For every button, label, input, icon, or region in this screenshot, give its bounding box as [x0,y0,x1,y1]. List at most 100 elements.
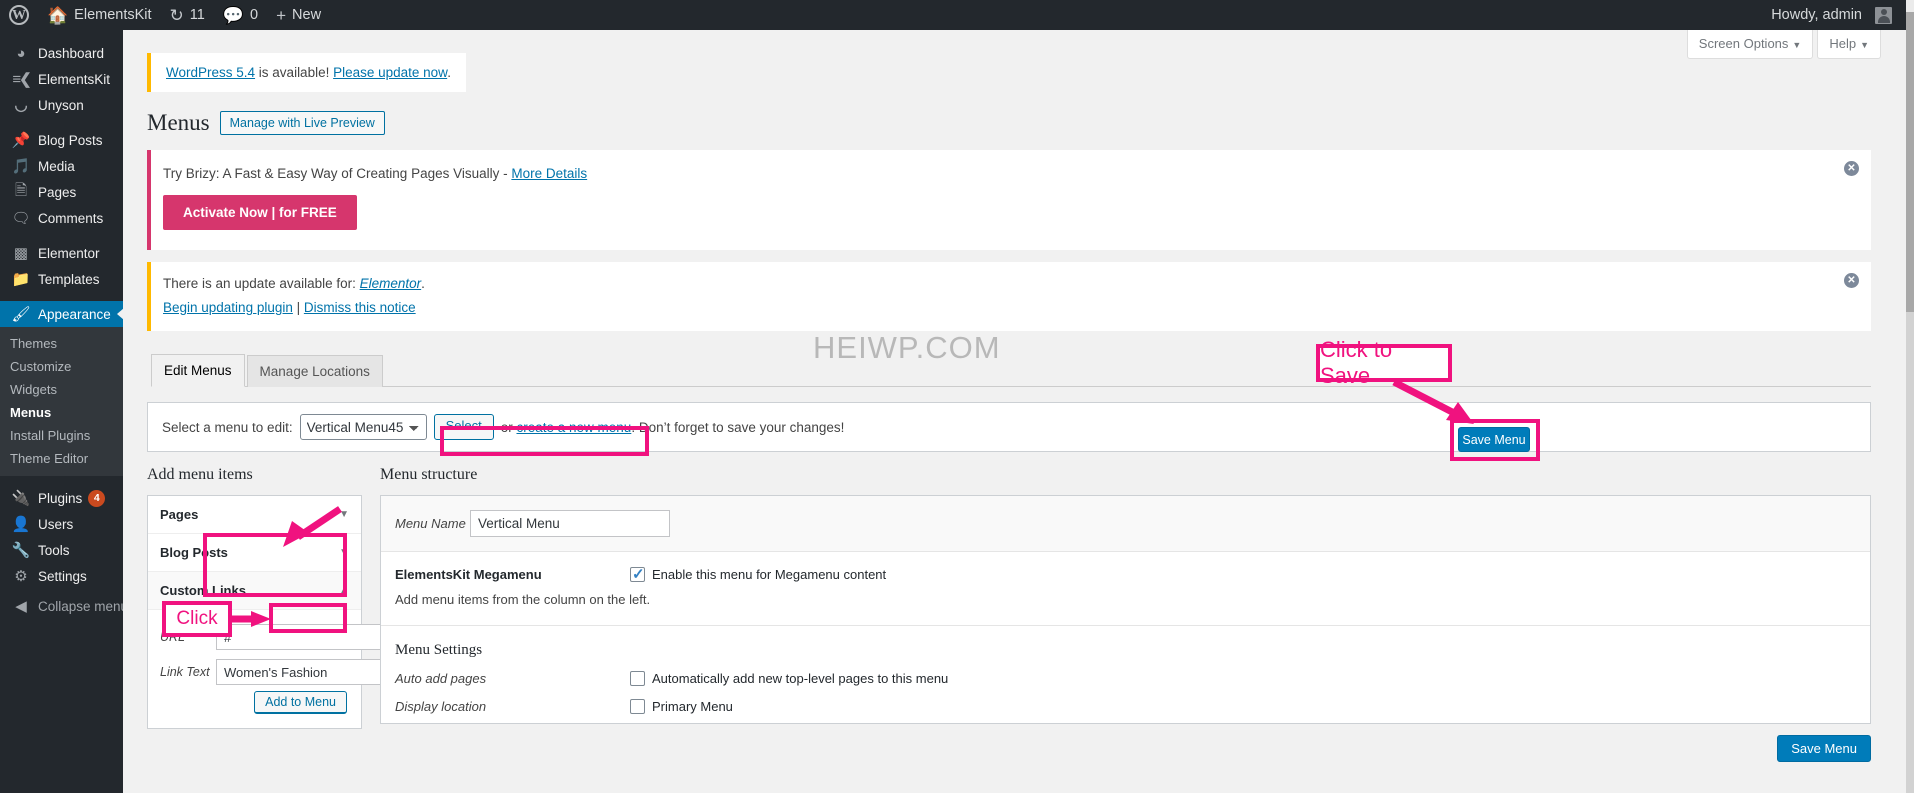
screen-options-button[interactable]: Screen Options ▼ [1686,30,1814,59]
updates-count: 11 [189,7,205,23]
scrollbar-up-arrow[interactable] [1906,0,1914,12]
sidebar-item-label: Tools [38,542,70,558]
updates-menu[interactable]: ↻ 11 [161,0,214,30]
wordpress-logo-menu[interactable]: W [0,0,38,30]
sidebar-item-label: Dashboard [38,45,105,61]
brizy-more-details-link[interactable]: More Details [511,166,587,181]
scrollbar-thumb[interactable] [1906,12,1914,312]
sidebar-subitem-menus[interactable]: Menus [0,401,123,424]
sidebar-subitem-customize[interactable]: Customize [0,355,123,378]
sidebar-item-label: Blog Posts [38,132,103,148]
brizy-activate-button[interactable]: Activate Now | for FREE [163,195,357,230]
brizy-notice: Try Brizy: A Fast & Easy Way of Creating… [147,150,1871,250]
wrench-icon: 🔧 [11,542,31,559]
brush-icon: 🖌 [11,306,31,323]
sidebar-subitem-widgets[interactable]: Widgets [0,378,123,401]
megamenu-checkbox[interactable] [630,565,645,583]
screen-meta-links: Screen Options ▼ Help ▼ [1686,30,1881,59]
new-content-menu[interactable]: + New [267,0,330,30]
admin-content-wrap: Screen Options ▼ Help ▼ WordPress 5.4 is a… [123,30,1906,793]
manage-with-live-preview-button[interactable]: Manage with Live Preview [219,111,385,135]
help-button[interactable]: Help ▼ [1817,30,1881,59]
collapse-menu-button[interactable]: ◀ Collapse menu [0,593,128,619]
sidebar-item-label: Elementor [38,245,100,261]
save-menu-button-bottom[interactable]: Save Menu [1777,735,1871,762]
wordpress-version-link[interactable]: WordPress 5.4 [166,65,255,80]
unyson-icon: ◡ [14,97,28,114]
account-menu[interactable]: Howdy, admin [1762,0,1906,30]
sidebar-item-label: Users [38,516,74,532]
sidebar-item-unyson[interactable]: ◡ Unyson [0,92,123,118]
sidebar-item-appearance[interactable]: 🖌 Appearance [0,301,124,327]
save-menu-row: Save Menu [380,735,1871,762]
howdy-label: Howdy, admin [1771,7,1862,23]
auto-add-pages-checkbox-label: Automatically add new top-level pages to… [652,671,949,686]
elementor-update-notice: There is an update available for: Elemen… [147,262,1871,331]
dont-forget-text: . Don’t forget to save your changes! [631,419,845,435]
auto-add-pages-checkbox-wrap[interactable]: Automatically add new top-level pages to… [630,671,948,686]
wordpress-logo-icon: W [9,5,29,25]
admin-content: WordPress 5.4 is available! Please updat… [123,30,1906,762]
dashboard-icon: ◕ [16,44,26,62]
tab-manage-locations[interactable]: Manage Locations [246,355,383,387]
tab-edit-menus[interactable]: Edit Menus [151,354,245,387]
auto-add-pages-checkbox[interactable] [630,671,645,686]
sidebar-item-users[interactable]: 👤 Users [0,511,123,537]
begin-updating-plugin-link[interactable]: Begin updating plugin [163,300,293,315]
comments-menu[interactable]: 💬 0 [214,0,267,30]
sidebar-item-comments[interactable]: 🗨 Comments [0,205,123,231]
sidebar-item-media[interactable]: 🎵 Media [0,153,123,179]
megamenu-row: ElementsKit Megamenu Enable this menu fo… [381,552,1870,592]
sidebar-subitem-themes[interactable]: Themes [0,332,123,355]
home-icon: 🏠 [47,5,69,25]
comment-bubble-icon: 💬 [222,5,245,25]
sidebar-item-label: ElementsKit [38,71,111,87]
sidebar-item-plugins[interactable]: 🔌 Plugins 4 [0,485,123,511]
primary-menu-checkbox-wrap[interactable]: Primary Menu [630,699,733,714]
page-title-row: Menus Manage with Live Preview [147,110,1871,136]
sidebar-subitem-install-plugins[interactable]: Install Plugins [0,424,123,447]
menu-name-highlight-box [440,426,649,456]
plug-icon: 🔌 [11,490,31,507]
menu-select-dropdown[interactable]: Vertical Menu45 [299,414,427,440]
sidebar-item-pages[interactable]: 🗎 Pages [0,179,123,205]
sidebar-item-tools[interactable]: 🔧 Tools [0,537,123,563]
menu-settings-heading: Menu Settings [395,642,483,658]
user-icon: 👤 [11,516,31,533]
screen-options-label: Screen Options [1698,36,1789,51]
pages-icon: 🗎 [14,181,28,199]
custom-link-text-row: Link Text [160,659,408,685]
click-to-save-arrow-icon [1392,378,1474,424]
chevron-down-icon: ▼ [1792,40,1802,50]
sidebar-item-dashboard[interactable]: ◕ Dashboard [0,40,123,66]
wordpress-update-notice: WordPress 5.4 is available! Please updat… [147,53,466,92]
megamenu-label: ElementsKit Megamenu [395,567,542,582]
folder-icon: 📁 [11,271,31,288]
admin-sidebar: ◕ Dashboard ≡❮ ElementsKit ◡ Unyson 📌 Bl… [0,30,128,793]
sidebar-item-elementor[interactable]: ▩ Elementor [0,240,123,266]
dismiss-x-icon[interactable]: ✕ [1844,161,1859,176]
sidebar-item-settings[interactable]: ⚙ Settings [0,563,123,589]
dismiss-x-icon[interactable]: ✕ [1844,273,1859,288]
page-scrollbar[interactable] [1906,0,1914,793]
sidebar-subitem-theme-editor[interactable]: Theme Editor [0,447,123,470]
megamenu-checkbox-wrap[interactable]: Enable this menu for Megamenu content [630,565,886,583]
site-name-menu[interactable]: 🏠 ElementsKit [38,0,161,30]
primary-menu-checkbox[interactable] [630,699,645,714]
menu-name-input[interactable] [470,510,670,537]
sidebar-item-blog-posts[interactable]: 📌 Blog Posts [0,127,123,153]
sidebar-item-templates[interactable]: 📁 Templates [0,266,123,292]
sidebar-item-elementskit[interactable]: ≡❮ ElementsKit [0,66,123,92]
add-to-menu-button[interactable]: Add to Menu [254,691,347,714]
sliders-icon: ⚙ [14,568,28,585]
plus-icon: + [276,5,287,25]
sidebar-item-label: Pages [38,184,77,200]
menu-structure-column: Menu structure Menu Name ElementsKit Meg… [380,466,1871,762]
dismiss-this-notice-link[interactable]: Dismiss this notice [304,300,416,315]
notice-separator: | [292,300,304,315]
please-update-now-link[interactable]: Please update now [333,65,447,80]
elementor-link[interactable]: Elementor [360,276,422,291]
display-location-label: Display location [395,699,487,714]
auto-add-pages-label: Auto add pages [395,671,487,686]
sidebar-item-label: Media [38,158,75,174]
